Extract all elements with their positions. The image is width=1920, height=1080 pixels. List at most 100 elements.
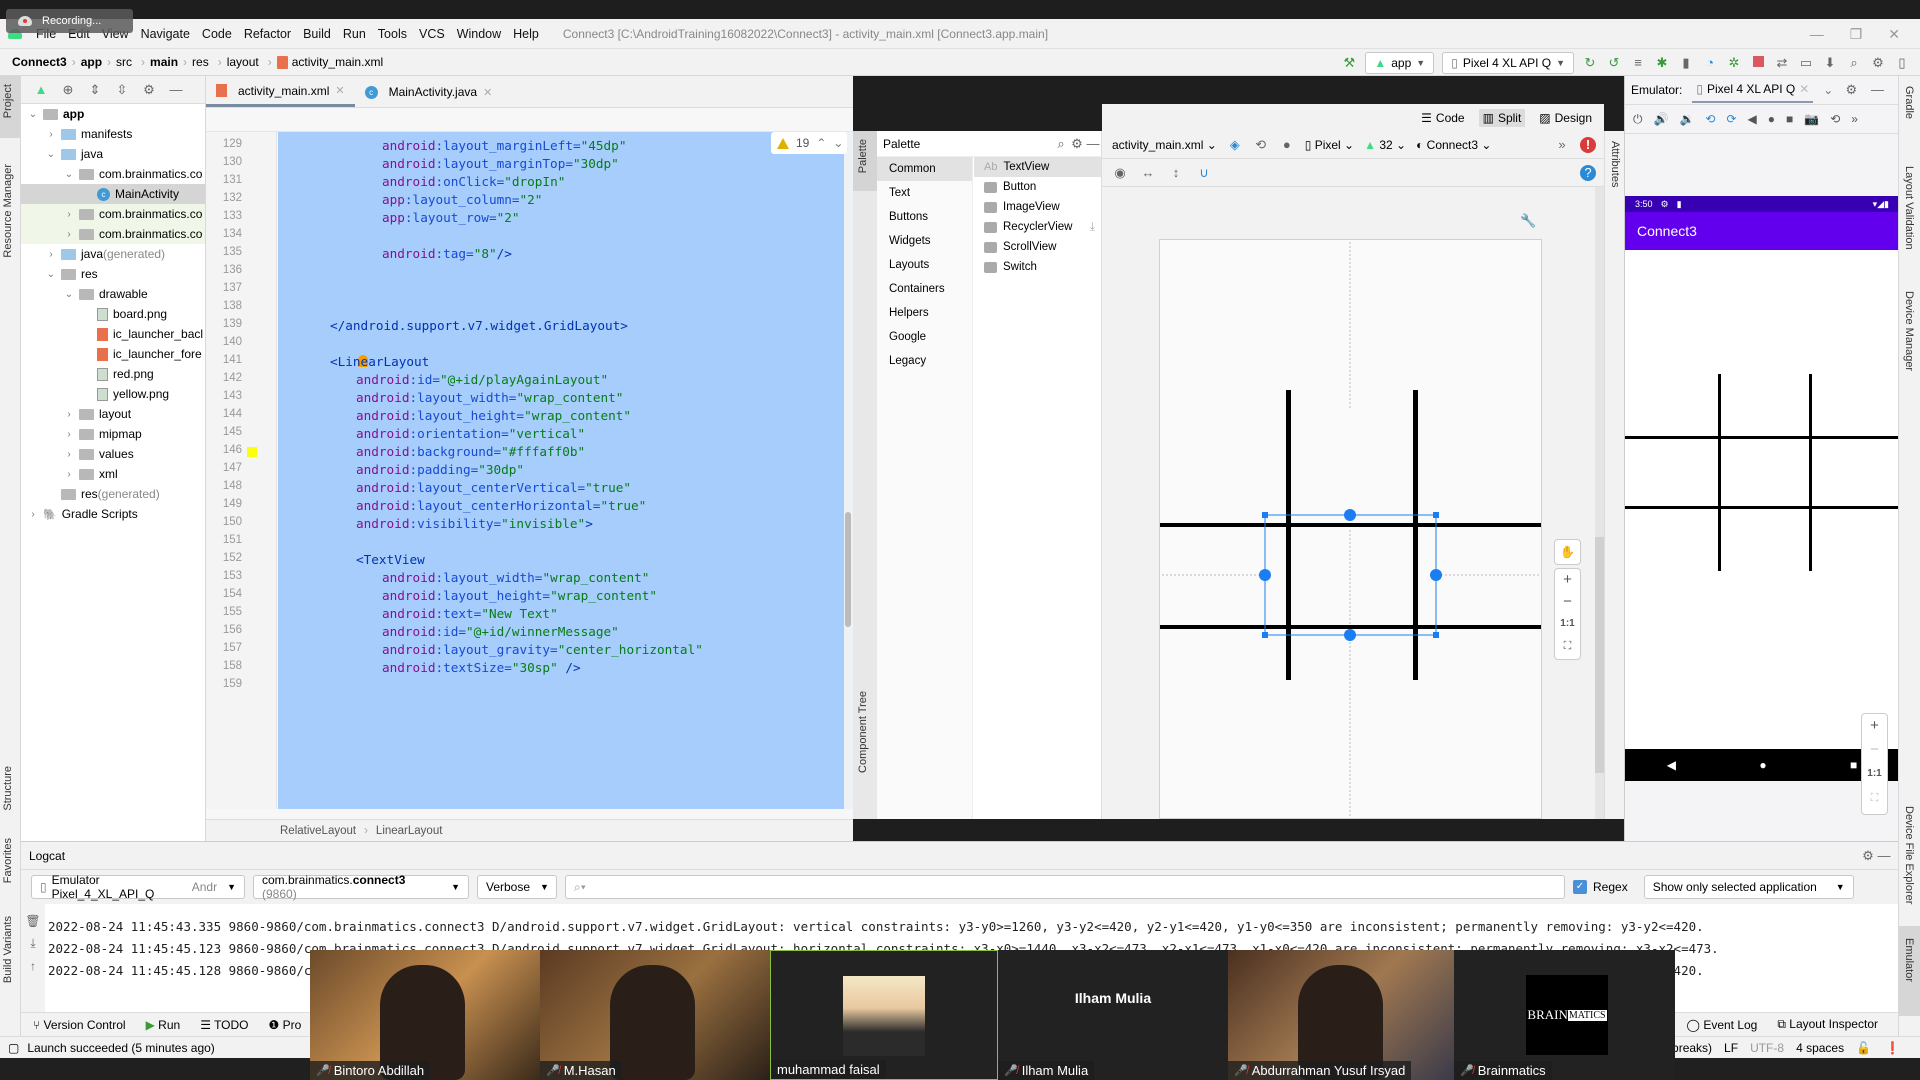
- close-icon[interactable]: ✕: [1888, 26, 1900, 43]
- rotate-left-icon[interactable]: ⟲: [1705, 112, 1715, 126]
- gear-icon[interactable]: ⚙: [1069, 136, 1085, 152]
- inspection-widget[interactable]: 19 ⌃ ⌄: [771, 132, 847, 154]
- palette-category-legacy[interactable]: Legacy: [877, 349, 972, 373]
- tree-item[interactable]: ⌄ java: [21, 144, 205, 164]
- video-tile[interactable]: BRAIN MATICS 🎤̸ Brainmatics: [1454, 950, 1675, 1080]
- profile-icon[interactable]: ◔: [1702, 55, 1718, 71]
- search-icon[interactable]: ⌕: [1846, 55, 1862, 71]
- component-tree-tab[interactable]: Component Tree: [857, 691, 869, 773]
- menu-build[interactable]: Build: [297, 27, 337, 41]
- hide-icon[interactable]: —: [168, 82, 184, 98]
- zoom-actual-size-button[interactable]: 1:1: [1555, 613, 1580, 635]
- debug-icon[interactable]: ✱: [1654, 55, 1670, 71]
- tree-item[interactable]: › layout: [21, 404, 205, 424]
- nav-back-icon[interactable]: ◀: [1667, 758, 1676, 772]
- menu-window[interactable]: Window: [451, 27, 507, 41]
- attributes-tab[interactable]: Attributes: [1609, 141, 1621, 187]
- more-icon[interactable]: »: [1851, 112, 1858, 126]
- tree-item[interactable]: c MainActivity: [21, 184, 205, 204]
- logcat-icon[interactable]: ≡: [1630, 55, 1646, 71]
- code-mode-button[interactable]: ☰ Code: [1417, 109, 1468, 127]
- chevron-right-icon[interactable]: ›: [63, 209, 75, 220]
- collapse-all-icon[interactable]: ⇳: [114, 82, 130, 98]
- minimize-icon[interactable]: —: [1085, 136, 1101, 152]
- chevron-right-icon[interactable]: ›: [63, 449, 75, 460]
- tree-item[interactable]: › mipmap: [21, 424, 205, 444]
- breadcrumb-item[interactable]: main: [150, 55, 178, 69]
- breadcrumb-item[interactable]: layout: [227, 55, 259, 69]
- device-dropdown[interactable]: ▯ Pixel 4 XL API Q ▼: [1442, 52, 1574, 74]
- breadcrumb-item[interactable]: src: [116, 55, 132, 69]
- tree-item[interactable]: › xml: [21, 464, 205, 484]
- chevron-right-icon[interactable]: ›: [63, 469, 75, 480]
- problems-tab[interactable]: ❶ Pro: [269, 1018, 302, 1032]
- restore-icon[interactable]: ❐: [1850, 26, 1863, 43]
- layers-icon[interactable]: ◈: [1227, 137, 1243, 153]
- minimize-icon[interactable]: —: [1869, 82, 1885, 98]
- menu-code[interactable]: Code: [196, 27, 238, 41]
- todo-tab[interactable]: ☰ TODO: [200, 1018, 248, 1032]
- night-mode-icon[interactable]: ●: [1279, 137, 1295, 153]
- apply-code-changes-icon[interactable]: ↺: [1606, 55, 1622, 71]
- volume-up-icon[interactable]: 🔊: [1654, 112, 1669, 126]
- chevron-right-icon[interactable]: ›: [45, 249, 57, 260]
- palette-widget-switch[interactable]: Switch: [974, 257, 1101, 277]
- home-icon[interactable]: ●: [1768, 112, 1775, 126]
- chevron-down-icon[interactable]: ⌄: [45, 149, 57, 160]
- crumb-relativelayout[interactable]: RelativeLayout: [280, 825, 356, 837]
- editor-tab[interactable]: activity_main.xml ✕: [206, 77, 355, 107]
- hammer-build-icon[interactable]: ⚒: [1341, 55, 1357, 71]
- palette-widget-imageview[interactable]: ImageView: [974, 197, 1101, 217]
- gear-icon[interactable]: ⚙: [1860, 848, 1876, 864]
- volume-down-icon[interactable]: 🔉: [1679, 112, 1694, 126]
- emulator-zoom-actual[interactable]: 1:1: [1862, 762, 1887, 786]
- nav-home-icon[interactable]: ●: [1759, 758, 1766, 772]
- breadcrumb-item[interactable]: activity_main.xml: [292, 55, 383, 69]
- split-mode-button[interactable]: ▥ Split: [1478, 108, 1526, 127]
- tree-item[interactable]: board.png: [21, 304, 205, 324]
- menu-vcs[interactable]: VCS: [413, 27, 451, 41]
- menu-refactor[interactable]: Refactor: [238, 27, 297, 41]
- eye-icon[interactable]: ◉: [1112, 165, 1128, 181]
- chevron-down-icon[interactable]: ⌄: [833, 136, 843, 150]
- back-icon[interactable]: ◀: [1748, 112, 1757, 126]
- tree-item[interactable]: yellow.png: [21, 384, 205, 404]
- android-view-dropdown[interactable]: ▲: [33, 82, 49, 98]
- tool-tab-resource-manager[interactable]: Resource Manager: [2, 164, 14, 258]
- sync-gradle-icon[interactable]: ⇄: [1774, 55, 1790, 71]
- tool-tab-gradle[interactable]: Gradle: [1903, 86, 1915, 119]
- pan-button[interactable]: ✋: [1554, 539, 1581, 565]
- status-toggle-icon[interactable]: ▢: [8, 1041, 19, 1055]
- run-config-dropdown[interactable]: ▲ app ▼: [1365, 52, 1435, 74]
- tool-tab-favorites[interactable]: Favorites: [2, 838, 14, 883]
- more-icon[interactable]: »: [1554, 137, 1570, 153]
- chevron-right-icon[interactable]: ›: [27, 509, 39, 520]
- tree-item[interactable]: ⌄ app: [21, 104, 205, 124]
- chevron-down-icon[interactable]: ⌄: [63, 169, 75, 180]
- layout-inspector-tab[interactable]: ⧉ Layout Inspector: [1777, 1017, 1878, 1032]
- chevron-down-icon[interactable]: ⌄: [45, 269, 57, 280]
- stop-icon[interactable]: [1750, 55, 1766, 71]
- video-tile[interactable]: 🎤̸ Abdurrahman Yusuf Irsyad: [1228, 950, 1454, 1080]
- menu-tools[interactable]: Tools: [372, 27, 413, 41]
- color-swatch[interactable]: [247, 447, 257, 457]
- tree-item[interactable]: ic_launcher_fore: [21, 344, 205, 364]
- video-tile[interactable]: muhammad faisal: [770, 950, 998, 1080]
- editor-tab[interactable]: c MainActivity.java ✕: [355, 77, 503, 107]
- palette-side-tab[interactable]: Palette: [857, 139, 869, 173]
- chevron-right-icon[interactable]: ›: [45, 129, 57, 140]
- tool-tab-device-manager[interactable]: Device Manager: [1903, 291, 1915, 371]
- status-encoding[interactable]: UTF-8: [1750, 1041, 1784, 1055]
- emulator-zoom-in[interactable]: +: [1862, 714, 1887, 738]
- tree-item[interactable]: › values: [21, 444, 205, 464]
- palette-category-buttons[interactable]: Buttons: [877, 205, 972, 229]
- tool-tab-emulator[interactable]: Emulator: [1903, 938, 1915, 982]
- zoom-in-button[interactable]: +: [1555, 569, 1580, 591]
- chevron-down-icon[interactable]: ⌄: [63, 289, 75, 300]
- sdk-manager-icon[interactable]: ⬇: [1822, 55, 1838, 71]
- search-icon[interactable]: ⌕: [1053, 136, 1069, 152]
- tree-item[interactable]: ⌄ com.brainmatics.co: [21, 164, 205, 184]
- rotate-right-icon[interactable]: ⟳: [1726, 112, 1736, 126]
- video-tile[interactable]: 🎤̸ M.Hasan: [540, 950, 770, 1080]
- log-line[interactable]: 2022-08-24 11:45:43.335 9860-9860/com.br…: [45, 916, 1898, 938]
